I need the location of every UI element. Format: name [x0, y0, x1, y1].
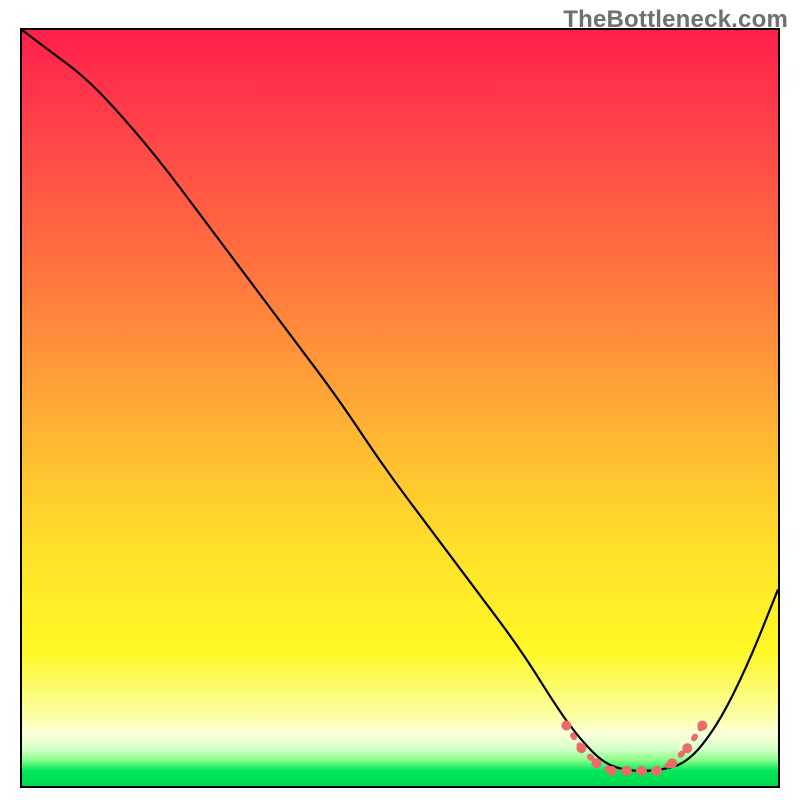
sweet-spot-dot: [592, 758, 602, 768]
sweet-spot-dot: [607, 766, 617, 776]
sweet-spot-dot: [682, 743, 692, 753]
sweet-spot-dot: [622, 766, 632, 776]
sweet-spot-dot: [652, 766, 662, 776]
chart-svg: [22, 30, 778, 786]
sweet-spot-dot: [697, 721, 707, 731]
chart-frame: TheBottleneck.com: [0, 0, 800, 800]
sweet-spot-dot: [561, 721, 571, 731]
sweet-spot-dot: [576, 743, 586, 753]
bottleneck-curve-path: [22, 30, 778, 771]
sweet-spot-dot: [667, 758, 677, 768]
sweet-spot-dot: [637, 766, 647, 776]
sweet-spot-dots: [561, 721, 707, 776]
plot-area: [20, 28, 780, 788]
